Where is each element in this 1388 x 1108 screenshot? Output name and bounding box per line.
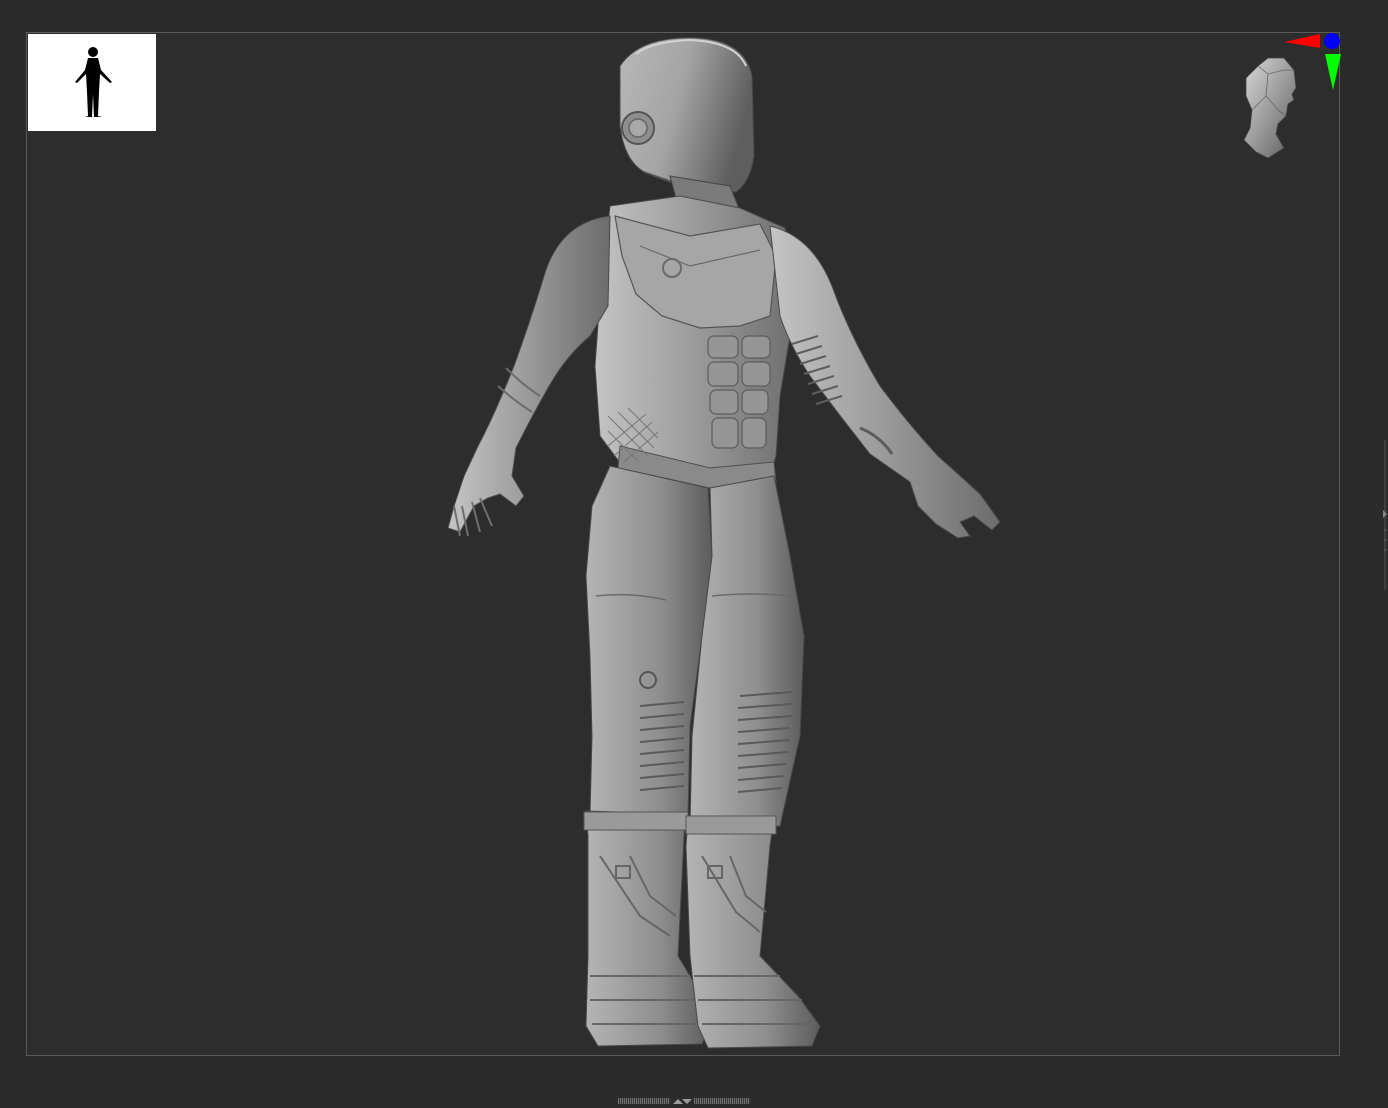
orientation-gizmo[interactable]: [1228, 30, 1346, 160]
tray-toggle-arrows-icon: [673, 1099, 692, 1104]
head-orientation-icon: [1243, 33, 1341, 159]
helmet: [619, 37, 755, 193]
human-silhouette-icon: [75, 47, 112, 117]
left-arm: [447, 215, 611, 537]
right-tray-handle[interactable]: [1380, 440, 1388, 590]
bottom-tray-handle[interactable]: [618, 1096, 750, 1106]
z-axis-dot-icon: [1324, 33, 1340, 49]
grip-left: [618, 1098, 670, 1104]
right-boot: [685, 815, 821, 1049]
navigator-thumbnail[interactable]: [28, 34, 156, 131]
y-axis-arrow-icon: [1325, 54, 1341, 90]
torso: [594, 195, 801, 489]
right-arm: [769, 225, 1001, 539]
grip-right: [694, 1098, 750, 1104]
x-axis-arrow-icon: [1284, 34, 1320, 48]
spacesuit-figure: [447, 37, 1001, 1049]
tray-grip-icon: [1383, 440, 1387, 590]
spacesuit-sculpt-model[interactable]: [440, 36, 1010, 1056]
zbrush-canvas-app: [0, 0, 1388, 1108]
